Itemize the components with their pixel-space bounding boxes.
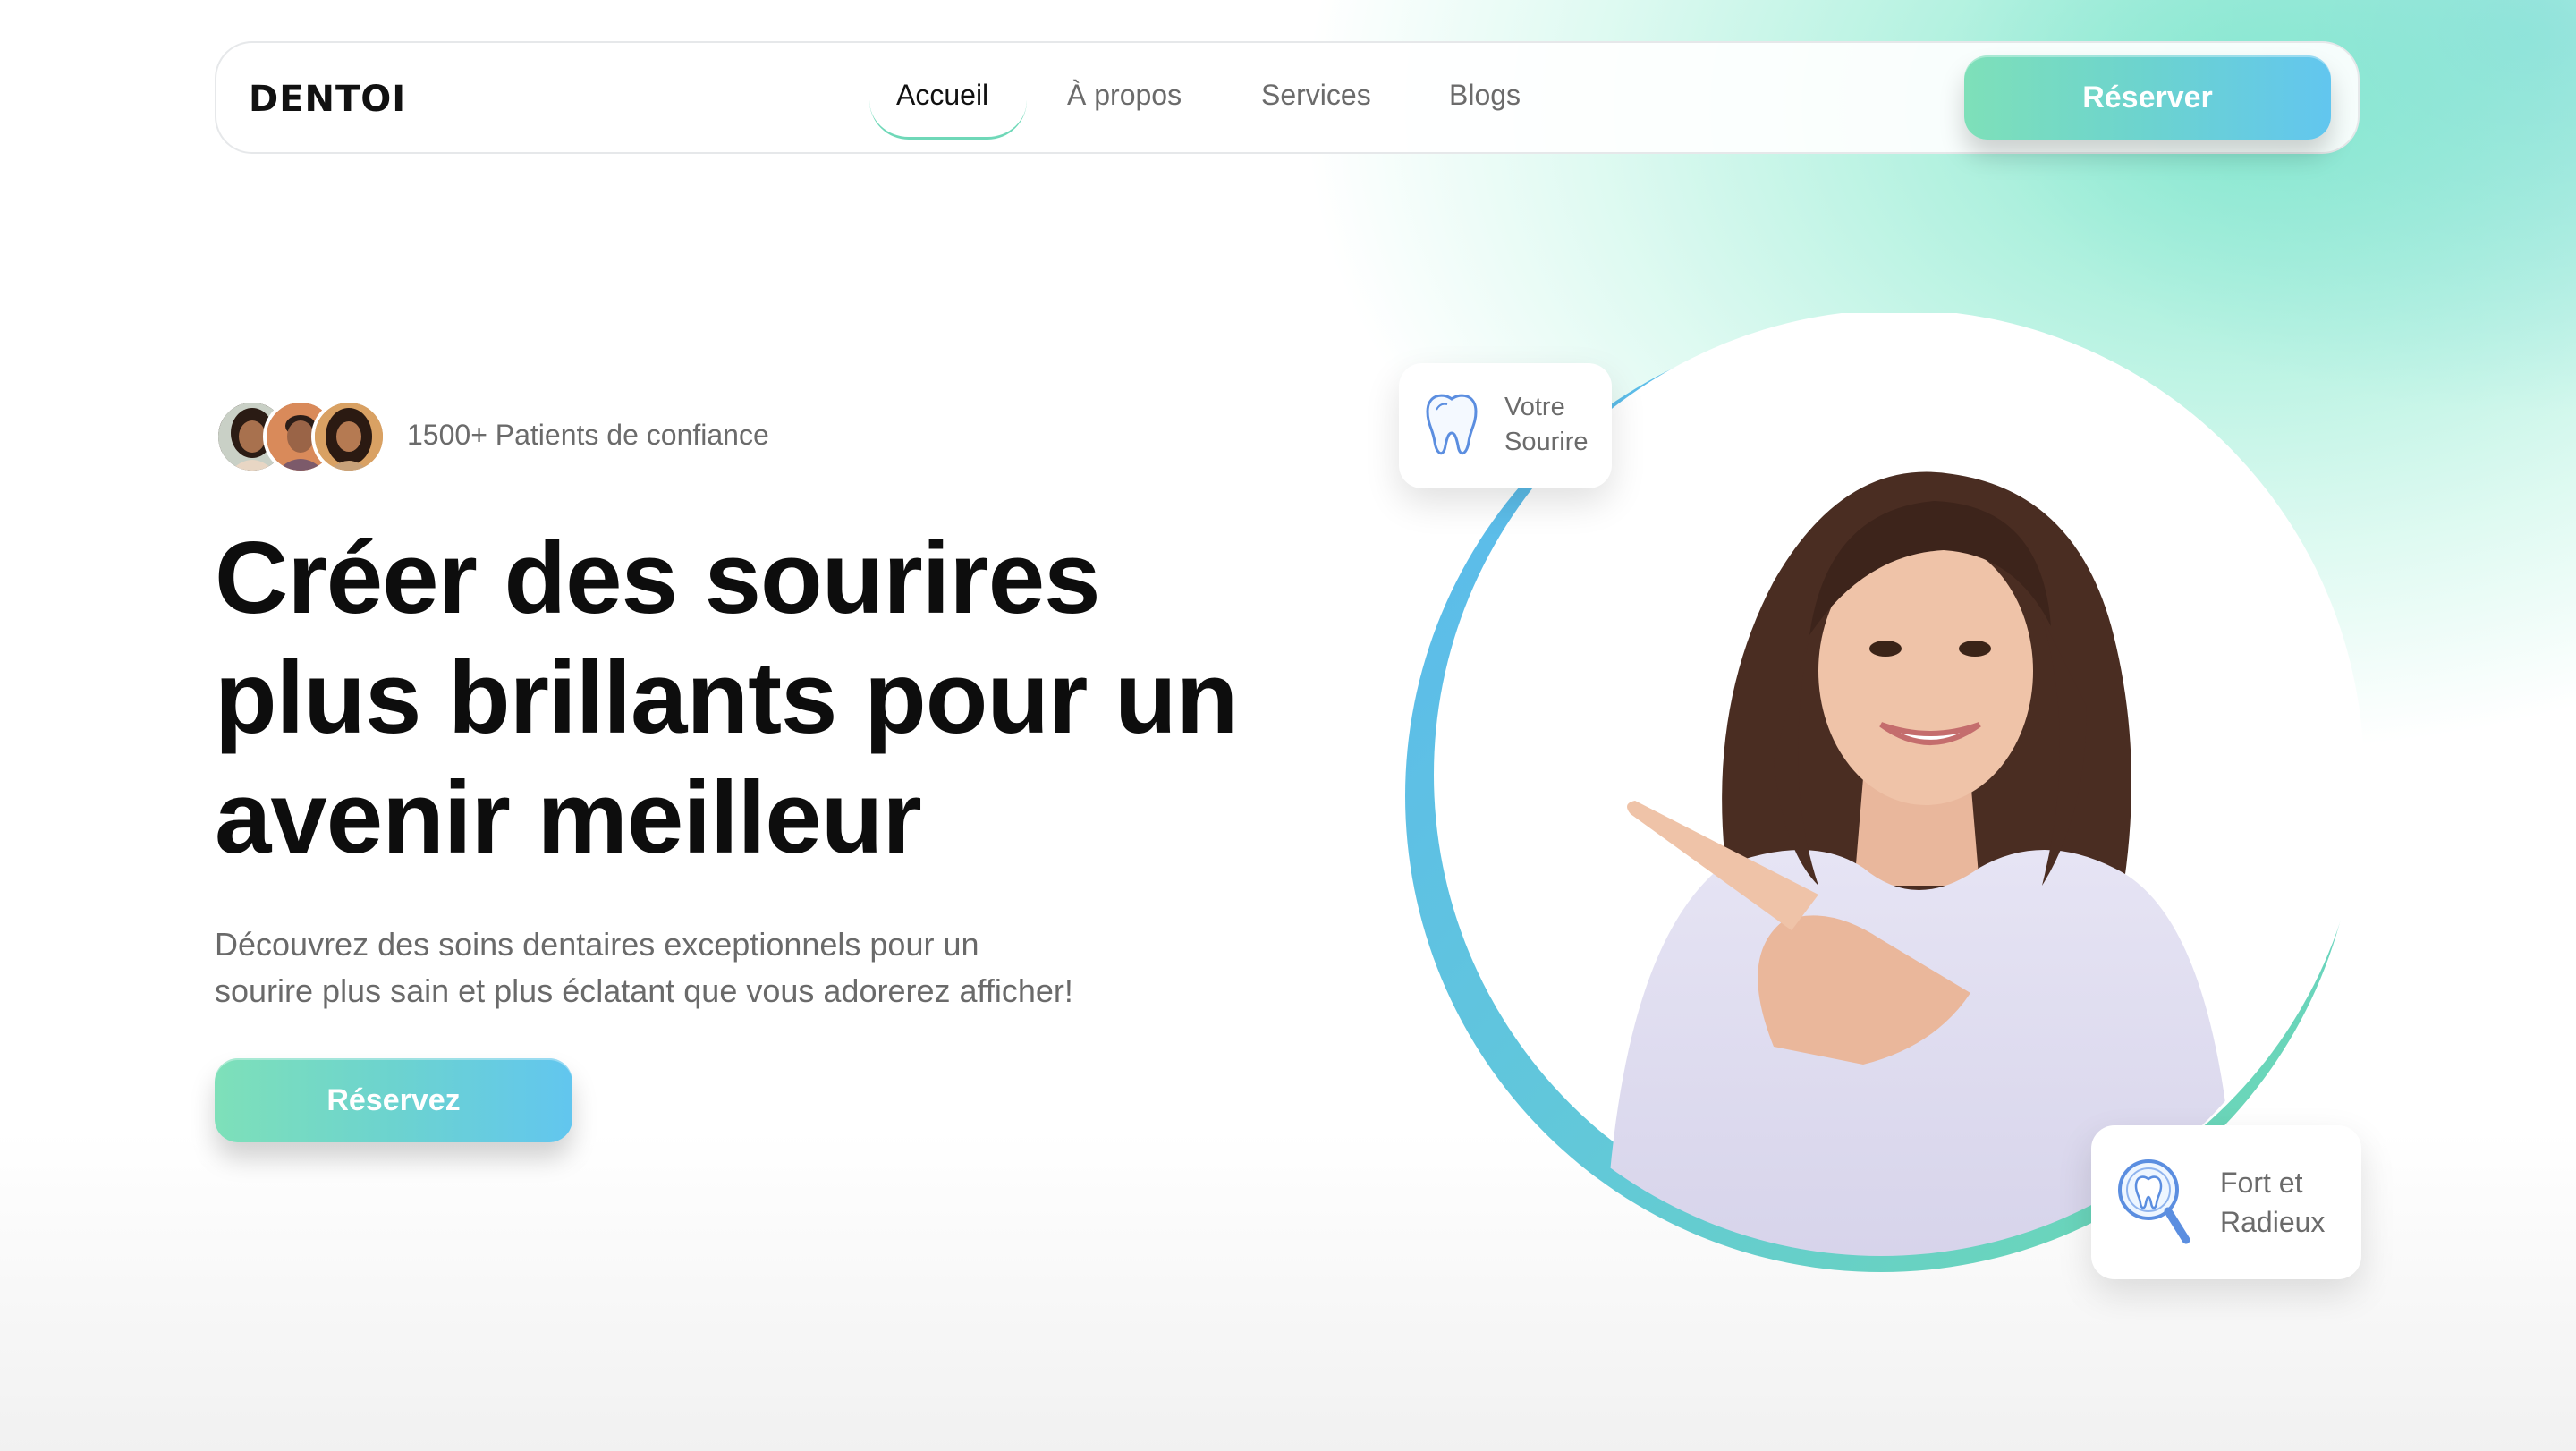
card-text: Fort et Radieux: [2220, 1163, 2325, 1242]
nav-link-a-propos[interactable]: À propos: [1067, 79, 1182, 112]
nav-link-accueil[interactable]: Accueil: [896, 79, 988, 112]
headline-line: plus brillants pour un: [215, 641, 1238, 755]
subtitle-line: sourire plus sain et plus éclatant que v…: [215, 972, 1073, 1009]
avatar: [311, 399, 386, 474]
smile-card: Votre Sourire: [1399, 363, 1612, 488]
nav-link-services[interactable]: Services: [1261, 79, 1371, 112]
hero-subtitle: Découvrez des soins dentaires exceptionn…: [215, 921, 1216, 1014]
brand-logo[interactable]: DENTOI: [249, 79, 406, 120]
card-line: Radieux: [2220, 1206, 2326, 1238]
card-text: Votre Sourire: [1504, 390, 1589, 460]
top-navbar: DENTOI Accueil À propos Services Blogs R…: [215, 41, 2360, 154]
hero-reserve-button[interactable]: Réservez: [215, 1058, 572, 1142]
trusted-patients-text: 1500+ Patients de confiance: [407, 419, 769, 451]
strength-card: Fort et Radieux: [2091, 1125, 2361, 1279]
reserve-button[interactable]: Réserver: [1964, 55, 2331, 140]
tooth-magnifier-icon: [2113, 1154, 2193, 1257]
card-line: Votre: [1504, 393, 1565, 421]
headline-line: Créer des sourires: [215, 522, 1101, 635]
nav-link-blogs[interactable]: Blogs: [1449, 79, 1521, 112]
hero-headline: Créer des sourires plus brillants pour u…: [215, 519, 1243, 878]
card-line: Sourire: [1504, 428, 1589, 456]
tooth-icon: [1420, 390, 1483, 466]
headline-line: avenir meilleur: [215, 761, 922, 875]
subtitle-line: Découvrez des soins dentaires exceptionn…: [215, 926, 979, 963]
card-line: Fort et: [2220, 1167, 2303, 1199]
